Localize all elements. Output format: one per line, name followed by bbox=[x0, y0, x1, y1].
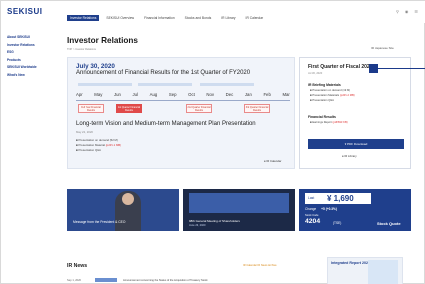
news-date: Sep 1, 2020 bbox=[67, 279, 81, 282]
stock-quote-button[interactable]: Stock Quote bbox=[377, 221, 401, 226]
month-label: Sep bbox=[168, 92, 177, 97]
info-date: Jul 30, 2020 bbox=[308, 72, 323, 75]
news-headline[interactable]: Announcement concerning the Status of th… bbox=[123, 279, 208, 282]
news-category-tag bbox=[95, 278, 117, 282]
video-caption: 98th General Meeting of Shareholders bbox=[189, 219, 240, 223]
month-label: Feb bbox=[263, 92, 271, 97]
month-label: Oct bbox=[188, 92, 195, 97]
month-label: Apr bbox=[76, 92, 83, 97]
last-price-box: Last ¥ 1,690 bbox=[305, 193, 371, 204]
month-label: Jul bbox=[132, 92, 139, 97]
meeting-stage-image bbox=[189, 193, 289, 213]
briefing-item[interactable]: ■ Presentation Q&A bbox=[310, 99, 334, 102]
annotation-marker bbox=[369, 64, 378, 73]
stock-code: 4204 bbox=[305, 218, 321, 225]
stock-quote-panel[interactable]: Last ¥ 1,690 Change +5 (+0.3%) Stock Code… bbox=[299, 189, 411, 231]
event-q1[interactable]: 1st Quarter Financial Results bbox=[116, 104, 142, 113]
menu-icon[interactable]: ☰ bbox=[414, 9, 418, 14]
month-label: Dec bbox=[225, 92, 234, 97]
sidebar-item-worldwide[interactable]: SEKISUI Worldwide bbox=[7, 65, 59, 69]
month-label: Jun bbox=[114, 92, 121, 97]
sidebar-item-whats-new[interactable]: What's New bbox=[7, 73, 59, 77]
presentation-on-demand-link[interactable]: ■ Presentation on demand (52 M) bbox=[76, 138, 118, 142]
month-label: Nov bbox=[206, 92, 215, 97]
nav-ir-library[interactable]: IR Library bbox=[218, 15, 238, 21]
integrated-report-banner[interactable]: Integrated Report 2020 bbox=[327, 257, 403, 284]
video-date: June 23, 2020 bbox=[189, 224, 206, 227]
presentation-qa-link[interactable]: ■ Presentation Q&A bbox=[76, 148, 101, 152]
briefing-item[interactable]: ■ Presentation Materials (pdf/1.2 MB) bbox=[310, 94, 355, 97]
timeline-band bbox=[78, 83, 132, 86]
video-caption: Message from the President & CEO bbox=[73, 220, 126, 224]
report-label: Integrated Report 2020 bbox=[331, 261, 370, 265]
search-icon[interactable]: ⚲ bbox=[396, 9, 399, 14]
price-change: Change +5 (+0.3%) bbox=[305, 207, 337, 211]
financial-results-card: July 30, 2020 Announcement of Financial … bbox=[67, 57, 295, 169]
timeline-line bbox=[76, 100, 290, 101]
sidebar-item-products[interactable]: Products bbox=[7, 58, 59, 62]
ceo-message-video[interactable]: Message from the President & CEO bbox=[67, 189, 179, 231]
info-title: First Quarter of Fiscal 2020 bbox=[308, 64, 373, 70]
globe-icon[interactable]: ◉ bbox=[405, 9, 409, 14]
pdf-download-button[interactable]: ▾ PDF Download bbox=[308, 139, 404, 149]
nav-stocks-bonds[interactable]: Stocks and Bonds bbox=[182, 15, 215, 21]
month-timeline: Apr May Jun Jul Aug Sep Oct Nov Dec Jan … bbox=[76, 92, 290, 97]
annotation-line bbox=[378, 68, 425, 69]
sidebar-item-esg[interactable]: ESG bbox=[7, 50, 59, 54]
site-logo[interactable]: SEKISUI bbox=[7, 7, 43, 16]
timeline-band bbox=[138, 83, 192, 86]
nav-ir-calendar[interactable]: IR Calendar bbox=[243, 15, 267, 21]
top-nav: Investor Relations SEKISUI Overview Fina… bbox=[67, 15, 266, 21]
event-full-year[interactable]: Full Year Financial Results bbox=[78, 104, 104, 113]
presentation-material-link[interactable]: ■ Presentation Material (pdf/1.1 MB) bbox=[76, 143, 121, 147]
report-cover-image bbox=[368, 260, 398, 284]
briefing-heading: IR Briefing Materials bbox=[308, 83, 341, 87]
nav-investor-relations[interactable]: Investor Relations bbox=[67, 15, 100, 21]
last-price: ¥ 1,690 bbox=[327, 194, 354, 203]
ir-library-link[interactable]: ● IR Library bbox=[342, 154, 357, 158]
month-label: Mar bbox=[282, 92, 290, 97]
timeline-band bbox=[200, 83, 254, 86]
stock-code-label: Stock Code bbox=[305, 214, 319, 217]
stock-exchange: (TSE) bbox=[333, 221, 342, 225]
sidebar: About SEKISUI Investor Relations ESG Pro… bbox=[7, 35, 59, 81]
plan-presentation-date: May 22, 2020 bbox=[76, 130, 93, 134]
event-q2[interactable]: 2nd Quarter Financial Results bbox=[186, 104, 212, 113]
hero-title[interactable]: Announcement of Financial Results for th… bbox=[76, 70, 250, 76]
month-label: Jan bbox=[244, 92, 252, 97]
month-label: Aug bbox=[149, 92, 158, 97]
sidebar-item-about[interactable]: About SEKISUI bbox=[7, 35, 59, 39]
shareholders-meeting-video[interactable]: 98th General Meeting of Shareholders Jun… bbox=[183, 189, 295, 231]
earnings-report-link[interactable]: ■ Earnings Report (pdf/693 KB) bbox=[310, 121, 348, 124]
speaker-head bbox=[122, 193, 134, 205]
page-title: Investor Relations bbox=[67, 36, 138, 45]
ir-calendar-link[interactable]: ● IR Calendar bbox=[264, 159, 281, 163]
event-q3[interactable]: 3rd Quarter Financial Results bbox=[244, 104, 270, 113]
last-label: Last bbox=[308, 196, 315, 200]
ir-news-heading: IR News bbox=[67, 263, 88, 269]
page-frame: SEKISUI Investor Relations SEKISUI Overv… bbox=[0, 0, 425, 284]
breadcrumb[interactable]: TOP > Investor Relations bbox=[67, 48, 96, 51]
sidebar-item-investor-relations[interactable]: Investor Relations bbox=[7, 43, 59, 47]
plan-presentation-title[interactable]: Long-term Vision and Medium-term Managem… bbox=[76, 121, 256, 127]
japanese-site-link[interactable]: IR Japanese Site bbox=[371, 46, 394, 50]
quarter-info-card: First Quarter of Fiscal 2020 Jul 30, 202… bbox=[299, 57, 411, 169]
nav-financial-information[interactable]: Financial Information bbox=[141, 15, 178, 21]
briefing-item[interactable]: ■ Presentation on demand (19 M) bbox=[310, 89, 350, 92]
site-header: SEKISUI Investor Relations SEKISUI Overv… bbox=[1, 1, 425, 23]
news-links[interactable]: IR Calendar IR News Archive bbox=[243, 264, 277, 267]
month-label: May bbox=[94, 92, 103, 97]
results-heading: Financial Results bbox=[308, 115, 336, 119]
hero-date: July 30, 2020 bbox=[76, 63, 115, 70]
nav-overview[interactable]: SEKISUI Overview bbox=[103, 15, 137, 21]
header-icons: ⚲ ◉ ☰ bbox=[396, 9, 418, 14]
